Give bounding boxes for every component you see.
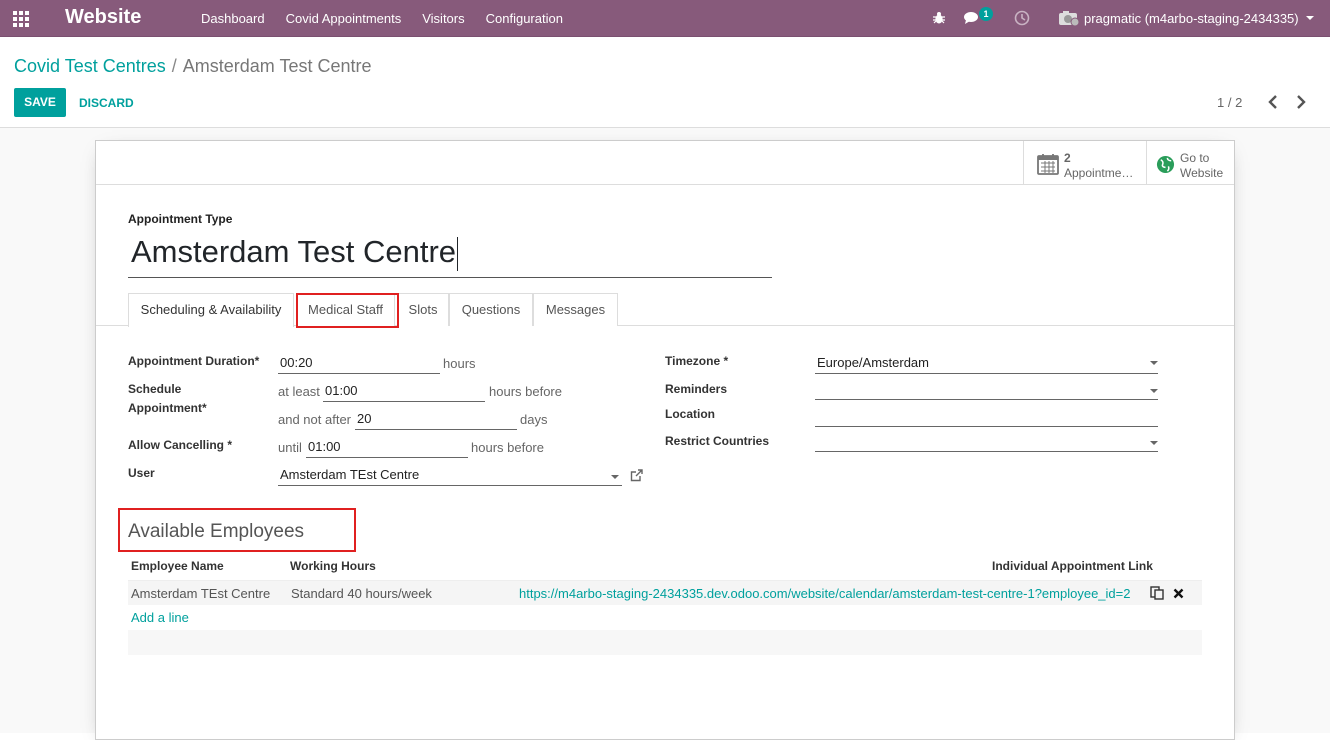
top-navbar: Website Dashboard Covid Appointments Vis…	[0, 0, 1330, 37]
user-menu-caret-icon[interactable]	[1306, 16, 1314, 20]
duration-unit: hours	[443, 356, 476, 371]
user-dropdown-caret-icon[interactable]	[611, 475, 619, 479]
menu-item-dashboard[interactable]: Dashboard	[201, 11, 265, 26]
cancel-input[interactable]: 01:00	[306, 436, 468, 458]
menu-item-covid-appointments[interactable]: Covid Appointments	[286, 11, 402, 26]
reminders-label: Reminders	[665, 382, 728, 396]
globe-icon	[1156, 155, 1175, 174]
user-select[interactable]: Amsterdam TEst Centre	[278, 464, 622, 486]
appointments-label: Appointme…	[1064, 166, 1134, 180]
at-least-text: at least	[278, 384, 320, 399]
breadcrumb-separator: /	[171, 56, 177, 76]
control-panel: Covid Test Centres / Amsterdam Test Centre…	[0, 42, 1330, 128]
text-cursor	[457, 236, 459, 271]
form-sheet: 2 Appointme… Go to Website Appointment T…	[95, 140, 1235, 740]
pager-next-icon[interactable]	[1294, 94, 1308, 110]
schedule-label-line1: Schedule	[128, 382, 182, 396]
appointments-count: 2	[1064, 151, 1071, 165]
timezone-label: Timezone *	[665, 354, 729, 368]
tab-messages[interactable]: Messages	[533, 293, 618, 326]
pager-value[interactable]: 1 / 2	[1217, 95, 1242, 110]
debug-bug-icon[interactable]	[932, 11, 946, 25]
duration-label: Appointment Duration*	[128, 354, 260, 368]
not-after-text: and not after	[278, 412, 351, 427]
smart-button-box: 2 Appointme… Go to Website	[96, 141, 1234, 185]
delete-row-icon[interactable]	[1173, 588, 1184, 599]
employee-name-cell: Amsterdam TEst Centre	[131, 586, 271, 601]
user-avatar-icon[interactable]	[1058, 9, 1080, 27]
appointment-name-input[interactable]: Amsterdam Test Centre	[128, 231, 772, 278]
reminders-select[interactable]	[815, 378, 1158, 400]
main-menu: Dashboard Covid Appointments Visitors Co…	[201, 0, 584, 37]
pager-previous-icon[interactable]	[1266, 94, 1280, 110]
activity-clock-icon[interactable]	[1014, 10, 1030, 26]
apps-grid-icon[interactable]	[13, 11, 31, 27]
max-schedule-input[interactable]: 20	[355, 408, 517, 430]
location-label: Location	[665, 407, 715, 421]
breadcrumb-current: Amsterdam Test Centre	[182, 56, 372, 76]
appointment-type-label: Appointment Type	[128, 212, 233, 226]
cancel-unit: hours before	[471, 440, 544, 455]
menu-item-configuration[interactable]: Configuration	[486, 11, 563, 26]
go-to-label: Go to	[1180, 151, 1210, 165]
add-line-link[interactable]: Add a line	[131, 610, 189, 625]
external-link-icon[interactable]	[630, 469, 643, 482]
website-label: Website	[1180, 166, 1224, 180]
schedule-label-line2: Appointment*	[128, 401, 207, 415]
go-to-website-button[interactable]: Go to Website	[1146, 141, 1235, 185]
min-schedule-unit: hours before	[489, 384, 562, 399]
user-menu-label[interactable]: pragmatic (m4arbo-staging-2434335)	[1084, 11, 1299, 26]
working-hours-cell: Standard 40 hours/week	[291, 586, 432, 601]
column-employee-name[interactable]: Employee Name	[131, 559, 224, 573]
copy-icon[interactable]	[1150, 586, 1164, 600]
timezone-select[interactable]: Europe/Amsterdam	[815, 352, 1158, 374]
restrict-countries-select[interactable]	[815, 430, 1158, 452]
message-count-badge: 1	[979, 7, 993, 21]
tab-questions[interactable]: Questions	[449, 293, 533, 326]
duration-input[interactable]: 00:20	[278, 352, 440, 374]
menu-item-visitors[interactable]: Visitors	[422, 11, 464, 26]
tab-scheduling-availability[interactable]: Scheduling & Availability	[128, 293, 294, 327]
appointment-link-cell[interactable]: https://m4arbo-staging-2434335.dev.odoo.…	[519, 586, 1130, 601]
breadcrumb: Covid Test Centres / Amsterdam Test Centre	[14, 56, 372, 77]
cancel-label: Allow Cancelling *	[128, 438, 233, 452]
reminders-dropdown-caret-icon[interactable]	[1150, 389, 1158, 393]
empty-table-row	[128, 630, 1202, 655]
timezone-dropdown-caret-icon[interactable]	[1150, 361, 1158, 365]
user-label: User	[128, 466, 155, 480]
column-working-hours[interactable]: Working Hours	[290, 559, 376, 573]
save-button[interactable]: SAVE	[14, 88, 66, 117]
calendar-icon	[1037, 154, 1059, 175]
countries-dropdown-caret-icon[interactable]	[1150, 441, 1158, 445]
location-input[interactable]	[815, 405, 1158, 427]
discard-button[interactable]: DISCARD	[79, 96, 134, 110]
until-text: until	[278, 440, 302, 455]
restrict-countries-label: Restrict Countries	[665, 434, 770, 448]
max-schedule-unit: days	[520, 412, 548, 427]
column-appointment-link[interactable]: Individual Appointment Link	[992, 559, 1153, 573]
appointment-name-value: Amsterdam Test Centre	[131, 234, 457, 269]
app-title[interactable]: Website	[65, 6, 141, 29]
table-row[interactable]: Amsterdam TEst Centre Standard 40 hours/…	[128, 580, 1202, 605]
min-schedule-input[interactable]: 01:00	[323, 380, 485, 402]
breadcrumb-parent-link[interactable]: Covid Test Centres	[14, 56, 166, 76]
appointments-stat-button[interactable]: 2 Appointme…	[1023, 141, 1146, 185]
tab-slots[interactable]: Slots	[397, 293, 449, 326]
notebook-tabs: Scheduling & Availability Medical Staff …	[96, 293, 1234, 327]
medical-staff-highlight	[296, 293, 399, 328]
available-employees-highlight	[118, 508, 356, 552]
